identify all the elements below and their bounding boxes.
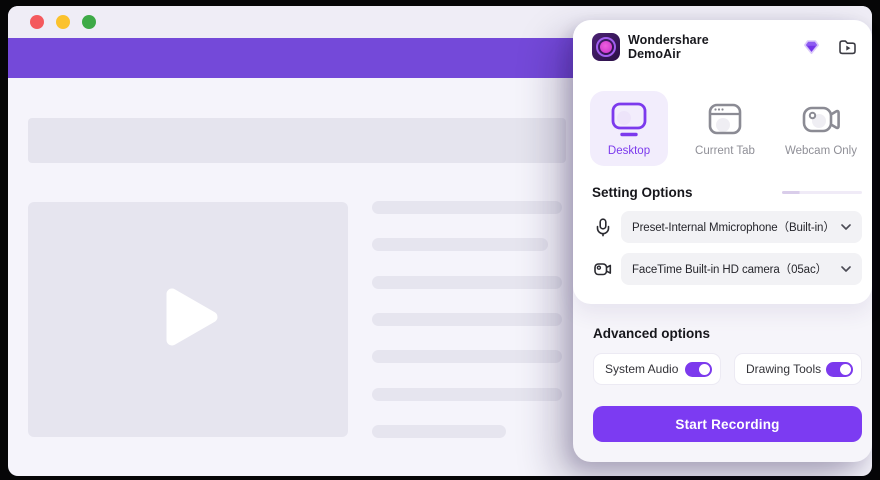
mode-current-tab-label: Current Tab <box>695 145 755 157</box>
placeholder-hero-bar <box>28 118 566 163</box>
drawing-tools-label: Drawing Tools <box>746 362 822 376</box>
system-audio-label: System Audio <box>605 362 679 376</box>
app-title-line2: DemoAir <box>628 47 681 61</box>
start-recording-button[interactable]: Start Recording <box>593 406 862 442</box>
skeleton-line <box>372 238 548 251</box>
app-title-line1: Wondershare <box>628 33 709 47</box>
system-audio-card: System Audio <box>593 353 721 385</box>
microphone-select[interactable]: Preset-Internal Mmicrophone（Built-in） <box>621 211 862 243</box>
chevron-down-icon <box>835 224 851 230</box>
app-title: Wondershare DemoAir <box>628 33 709 61</box>
recorder-panel-main: Wondershare DemoAir Desktop Current Tab … <box>573 20 872 304</box>
mode-current-tab[interactable]: Current Tab <box>686 91 764 166</box>
skeleton-line <box>372 276 562 289</box>
camera-icon <box>592 262 614 277</box>
header-icons <box>803 39 860 55</box>
capture-mode-selector: Desktop Current Tab Webcam Only <box>590 91 860 166</box>
premium-gem-icon[interactable] <box>803 39 820 55</box>
monitor-icon <box>609 101 649 139</box>
mode-webcam-only-label: Webcam Only <box>784 145 857 157</box>
camera-row: FaceTime Built-in HD camera（05ac） <box>592 253 862 285</box>
webcam-icon <box>799 101 843 139</box>
skeleton-line <box>372 425 506 438</box>
drawing-tools-toggle[interactable] <box>826 361 853 377</box>
skeleton-line <box>372 388 562 401</box>
close-window-button[interactable] <box>30 15 44 29</box>
chevron-down-icon <box>835 266 851 272</box>
advanced-options-section: Advanced options System Audio Drawing To… <box>573 304 872 442</box>
skeleton-line <box>372 201 562 214</box>
setting-options-title: Setting Options <box>592 185 693 200</box>
play-icon[interactable] <box>163 285 221 354</box>
skeleton-line <box>372 350 562 363</box>
zoom-window-button[interactable] <box>82 15 96 29</box>
camera-select-value: FaceTime Built-in HD camera（05ac） <box>632 264 828 276</box>
mode-desktop[interactable]: Desktop <box>590 91 668 166</box>
toggle-cards: System Audio Drawing Tools <box>593 353 862 385</box>
recordings-folder-play-icon[interactable] <box>838 39 857 55</box>
microphone-select-value: Preset-Internal Mmicrophone（Built-in） <box>632 222 835 234</box>
camera-select[interactable]: FaceTime Built-in HD camera（05ac） <box>621 253 862 285</box>
system-audio-toggle[interactable] <box>685 361 712 377</box>
mode-desktop-label: Desktop <box>607 145 651 157</box>
skeleton-line <box>372 313 562 326</box>
microphone-row: Preset-Internal Mmicrophone（Built-in） <box>592 211 862 243</box>
text-skeleton-lines <box>372 201 572 441</box>
section-progress-line <box>782 191 862 194</box>
minimize-window-button[interactable] <box>56 15 70 29</box>
demoair-logo-icon <box>592 33 620 61</box>
setting-options-header: Setting Options <box>592 185 862 200</box>
advanced-options-title: Advanced options <box>593 326 711 341</box>
panel-header: Wondershare DemoAir <box>573 20 872 61</box>
recorder-panel: Wondershare DemoAir Desktop Current Tab … <box>573 20 872 462</box>
mode-webcam-only[interactable]: Webcam Only <box>782 91 860 166</box>
microphone-icon <box>592 217 614 237</box>
browser-tab-icon <box>705 101 745 139</box>
video-placeholder <box>28 202 348 437</box>
drawing-tools-card: Drawing Tools <box>734 353 862 385</box>
